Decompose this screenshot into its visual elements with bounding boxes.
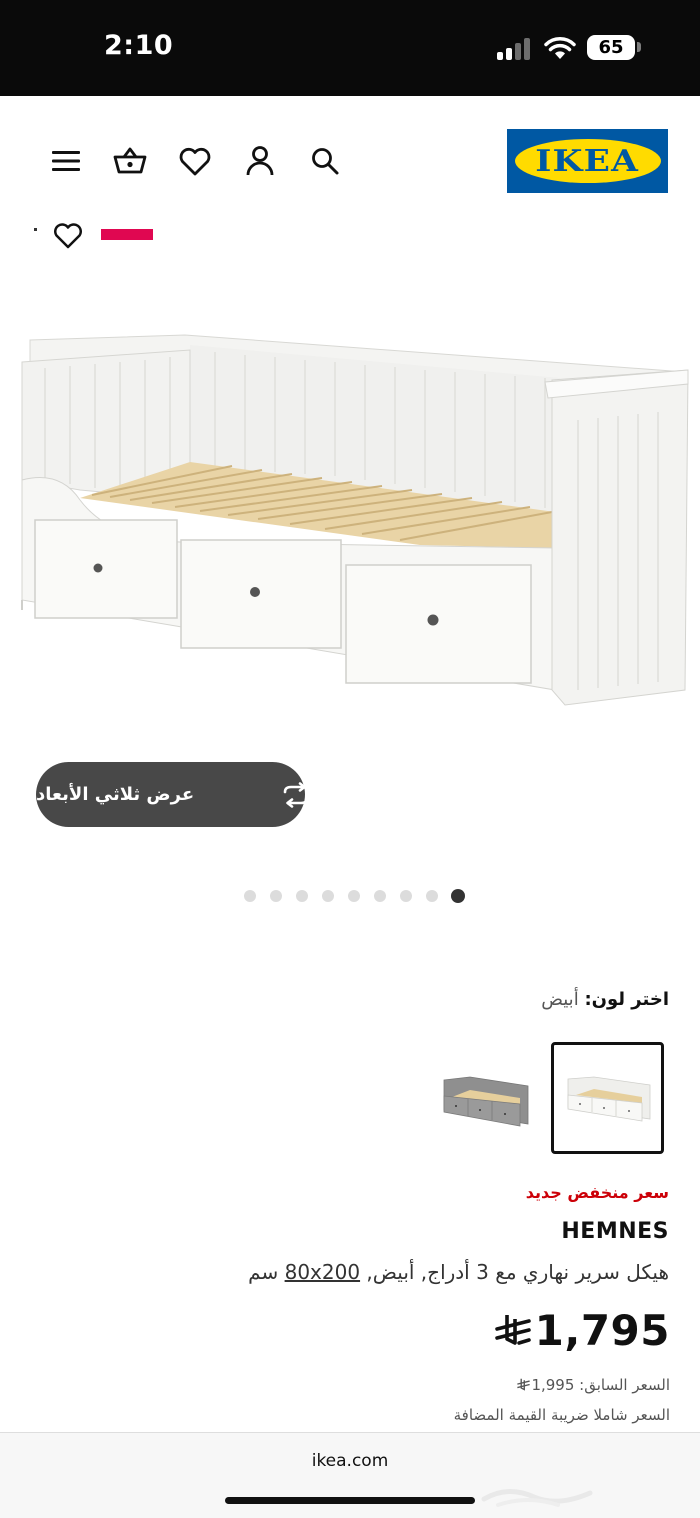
menu-icon[interactable] xyxy=(48,143,84,179)
battery-nub xyxy=(637,42,641,52)
color-selector-heading: اختر لون: أبيض xyxy=(541,989,669,1010)
white-daybed-thumbnail xyxy=(567,1076,651,1122)
heart-icon[interactable] xyxy=(177,143,213,179)
browser-url[interactable]: ikea.com xyxy=(0,1451,700,1471)
carousel-dot-active[interactable] xyxy=(451,889,465,903)
favorite-heart-icon[interactable] xyxy=(52,220,84,250)
carousel-dot[interactable] xyxy=(244,890,256,902)
color-swatch-white[interactable] xyxy=(551,1042,664,1154)
home-indicator[interactable] xyxy=(225,1497,475,1504)
product-size-unit: سم xyxy=(248,1260,279,1284)
view-3d-button[interactable]: عرض ثلاثي الأبعاد xyxy=(36,762,309,827)
status-bar: 2:10 65 xyxy=(0,0,700,96)
top-navigation: IKEA xyxy=(0,96,700,226)
riyal-currency-icon xyxy=(494,1315,531,1345)
previous-price-value: 1,995 xyxy=(531,1376,575,1394)
logo-text: IKEA xyxy=(535,143,640,179)
cellular-signal-icon xyxy=(497,38,533,60)
product-description: هيكل سرير نهاري مع 3 أدراج, أبيض, 80x200… xyxy=(248,1260,669,1284)
price-row: 1,795 xyxy=(494,1302,670,1358)
color-selector-title: اختر لون: xyxy=(584,989,669,1010)
account-icon[interactable] xyxy=(242,143,278,179)
product-description-text: هيكل سرير نهاري مع 3 أدراج, أبيض, xyxy=(366,1260,669,1284)
rotate-3d-icon xyxy=(283,782,309,808)
product-name[interactable]: HEMNES xyxy=(561,1219,669,1244)
partial-indicator xyxy=(34,228,37,231)
view-3d-label: عرض ثلاثي الأبعاد xyxy=(36,784,195,805)
wifi-icon xyxy=(544,37,576,59)
promo-badge-strip xyxy=(101,229,153,240)
status-time: 2:10 xyxy=(104,30,174,61)
logo-oval: IKEA xyxy=(514,139,661,183)
color-selected-value: أبيض xyxy=(541,989,579,1010)
product-image[interactable] xyxy=(0,290,700,730)
product-price: 1,795 xyxy=(534,1305,670,1355)
ikea-logo[interactable]: IKEA xyxy=(507,129,668,193)
battery-indicator: 65 xyxy=(587,35,635,60)
carousel-dot[interactable] xyxy=(270,890,282,902)
carousel-dot[interactable] xyxy=(322,890,334,902)
product-size-link[interactable]: 80x200 xyxy=(285,1260,360,1284)
carousel-dot[interactable] xyxy=(400,890,412,902)
color-swatch-grey[interactable] xyxy=(430,1042,543,1154)
previous-price: السعر السابق: 1,995 xyxy=(514,1376,670,1394)
basket-icon[interactable] xyxy=(112,143,148,179)
haraj-watermark-icon xyxy=(481,1489,593,1507)
carousel-dots xyxy=(240,889,470,903)
vat-note: السعر شاملا ضريبة القيمة المضافة xyxy=(453,1406,670,1424)
carousel-dot[interactable] xyxy=(374,890,386,902)
carousel-dot[interactable] xyxy=(296,890,308,902)
search-icon[interactable] xyxy=(307,143,343,179)
new-lower-price-label: سعر منخفض جديد xyxy=(525,1183,669,1202)
grey-daybed-thumbnail xyxy=(443,1076,529,1127)
previous-price-label: السعر السابق: xyxy=(579,1376,670,1394)
carousel-dot[interactable] xyxy=(426,890,438,902)
carousel-dot[interactable] xyxy=(348,890,360,902)
riyal-currency-icon-small xyxy=(517,1378,531,1391)
browser-bottom-bar: ikea.com xyxy=(0,1432,700,1518)
